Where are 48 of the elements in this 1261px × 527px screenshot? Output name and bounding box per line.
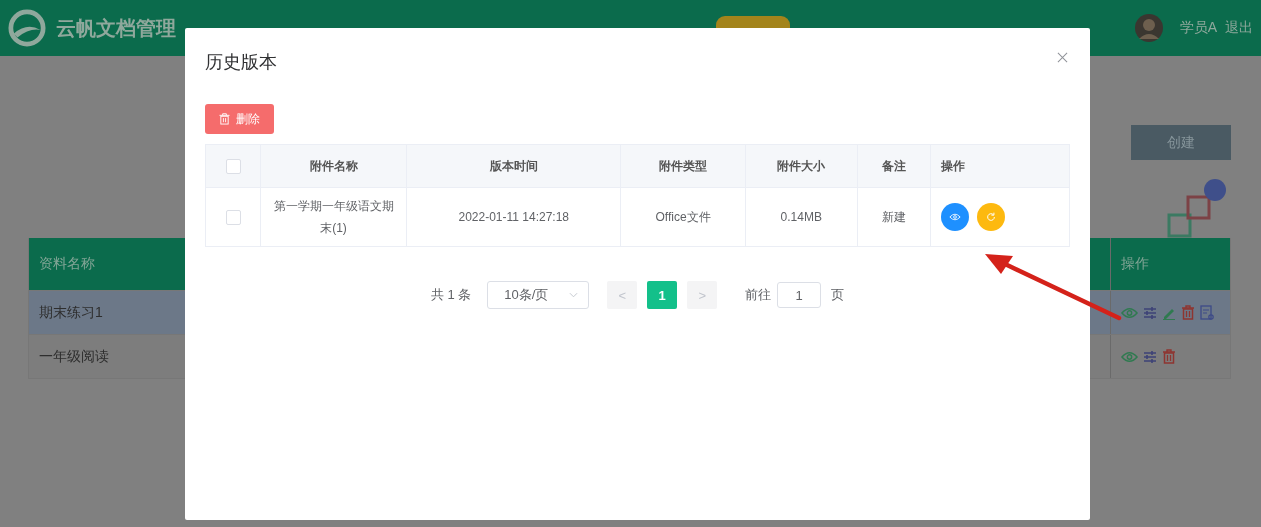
- app-title: 云帆文档管理: [56, 15, 176, 41]
- table-cell: 新建: [882, 210, 907, 224]
- logo-icon: [8, 9, 46, 47]
- eye-icon[interactable]: [1121, 306, 1138, 319]
- eye-icon[interactable]: [1121, 350, 1138, 363]
- table-cell: 第一学期一年级语文期末(1): [273, 199, 394, 235]
- table-cell: Office文件: [655, 210, 711, 224]
- restore-button[interactable]: [977, 203, 1006, 231]
- column-header: 版本时间: [489, 158, 538, 173]
- page-input[interactable]: 1: [777, 282, 822, 308]
- total-count: 共 1 条: [430, 286, 472, 304]
- delete-button[interactable]: 删除: [205, 104, 274, 134]
- column-header: 附件类型: [659, 158, 707, 173]
- checkbox[interactable]: [225, 158, 241, 174]
- eye-icon: [949, 213, 962, 221]
- refresh-icon: [986, 212, 997, 222]
- previous-page-button[interactable]: <: [607, 281, 638, 309]
- table-cell: 期末练习1: [39, 303, 103, 322]
- logout-link[interactable]: 退出: [1225, 19, 1253, 37]
- column-header: 附件大小: [777, 158, 826, 173]
- create-button[interactable]: 创建: [1131, 125, 1231, 160]
- trash-icon[interactable]: [1181, 305, 1195, 320]
- table-cell: 一年级阅读: [39, 347, 109, 366]
- avatar-icon[interactable]: [1133, 13, 1164, 43]
- column-header: 操作: [941, 158, 966, 173]
- page-button[interactable]: 1: [647, 281, 678, 309]
- trash-icon[interactable]: [1162, 349, 1176, 364]
- decoration-drawing: [1167, 178, 1229, 240]
- column-header: 备注: [882, 158, 907, 173]
- goto-label: 前往: [745, 286, 772, 304]
- checkbox[interactable]: [225, 210, 241, 226]
- active-nav-highlight[interactable]: [716, 16, 790, 28]
- document-icon[interactable]: [1200, 305, 1214, 320]
- user-name: 学员A: [1179, 19, 1217, 37]
- sliders-icon[interactable]: [1143, 349, 1157, 364]
- close-icon[interactable]: [1057, 52, 1068, 63]
- caret-icon: [569, 292, 579, 298]
- next-page-button[interactable]: >: [687, 281, 718, 309]
- page-size-select[interactable]: 10条/页: [487, 281, 590, 309]
- page-unit-label: 页: [831, 286, 845, 304]
- view-button[interactable]: [941, 203, 970, 231]
- trash-icon: [219, 113, 230, 125]
- column-header: 附件名称: [309, 158, 358, 173]
- dialog-title: 历史版本: [205, 51, 277, 74]
- sliders-icon[interactable]: [1143, 305, 1157, 320]
- column-header: 资料名称: [38, 254, 96, 273]
- table-cell: 0.14MB: [780, 210, 822, 224]
- table-cell: 2022-01-11 14:27:18: [458, 210, 569, 224]
